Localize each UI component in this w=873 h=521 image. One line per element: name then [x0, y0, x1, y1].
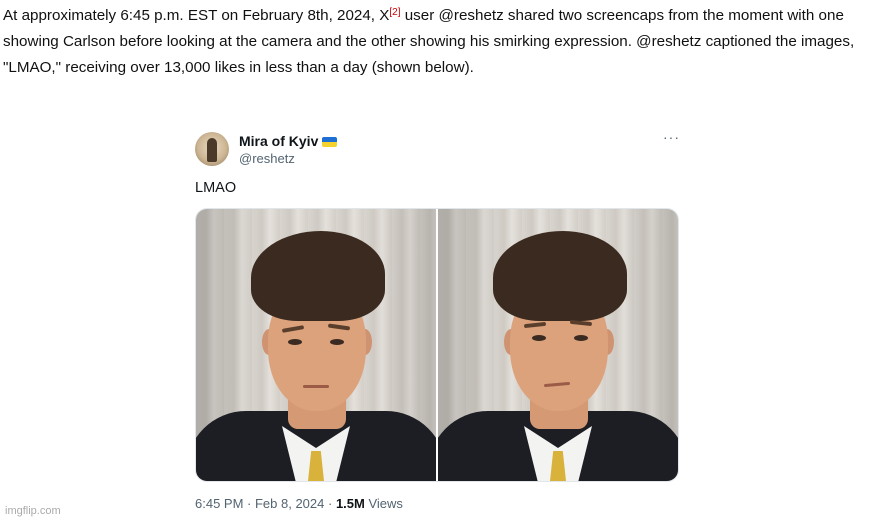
reference-link[interactable]: [2] [389, 7, 400, 18]
paragraph-text-start: At approximately 6:45 p.m. EST on Februa… [3, 7, 390, 24]
article-paragraph: At approximately 6:45 p.m. EST on Februa… [3, 3, 869, 81]
screencap-right[interactable] [438, 209, 678, 481]
embedded-tweet: Mira of Kyiv @reshetz ··· LMAO 6:45 PM ·… [193, 127, 683, 517]
more-options-icon[interactable]: ··· [663, 129, 680, 145]
ukraine-flag-icon [322, 137, 338, 147]
display-name-text: Mira of Kyiv [239, 133, 319, 149]
avatar[interactable] [195, 132, 229, 166]
tweet-meta: 6:45 PM · Feb 8, 2024 · 1.5M Views [195, 496, 403, 511]
tweet-text: LMAO [195, 180, 237, 196]
watermark: imgflip.com [5, 505, 61, 517]
display-name[interactable]: Mira of Kyiv [239, 133, 338, 149]
tweet-date[interactable]: Feb 8, 2024 [255, 496, 324, 511]
views-label: Views [364, 496, 403, 511]
user-handle[interactable]: @reshetz [239, 151, 295, 166]
screencap-left[interactable] [196, 209, 436, 481]
tweet-media[interactable] [195, 208, 679, 482]
views-count: 1.5M [335, 496, 365, 511]
tweet-time[interactable]: 6:45 PM [195, 496, 243, 511]
